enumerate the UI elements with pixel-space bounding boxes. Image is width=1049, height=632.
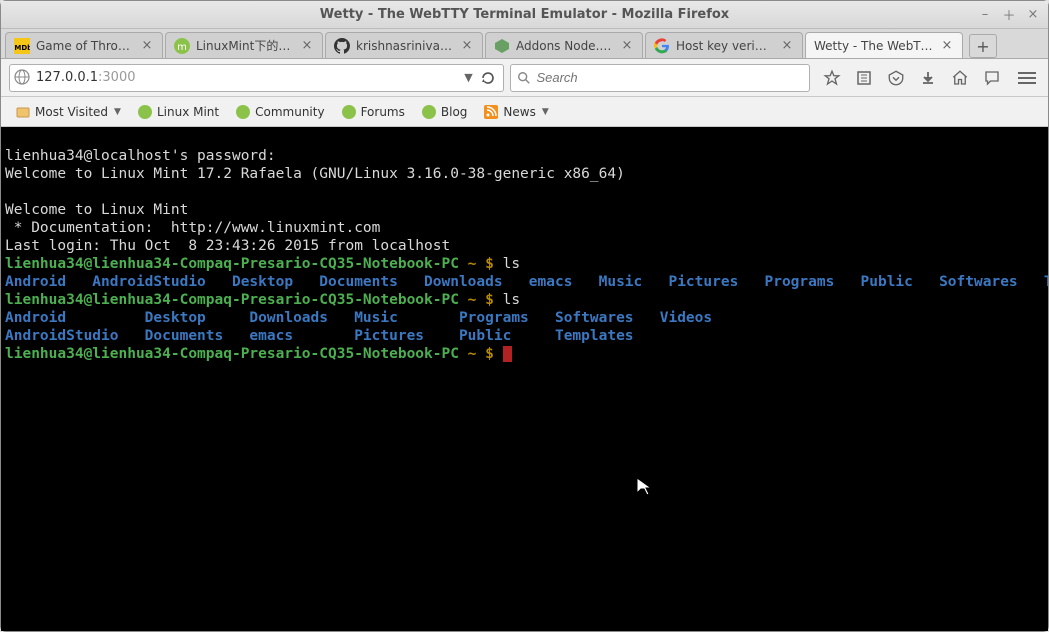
tab-label: Addons Node.js ... — [516, 39, 614, 53]
terminal-line: Welcome to Linux Mint 17.2 Rafaela (GNU/… — [5, 166, 625, 182]
terminal-line: * Documentation: http://www.linuxmint.co… — [5, 220, 380, 236]
close-icon[interactable]: × — [140, 39, 154, 53]
terminal-viewport[interactable]: lienhua34@localhost's password: Welcome … — [1, 127, 1048, 631]
nodejs-icon — [494, 38, 510, 54]
window-controls: – ＋ × — [976, 5, 1042, 23]
window-title: Wetty - The WebTTY Terminal Emulator - M… — [1, 7, 1048, 22]
bookmark-blog[interactable]: Blog — [415, 101, 474, 123]
toolbar-icons — [816, 68, 1008, 88]
folder-icon — [15, 104, 31, 120]
google-icon — [654, 38, 670, 54]
close-window-button[interactable]: × — [1024, 5, 1042, 23]
new-tab-button[interactable]: + — [969, 34, 997, 58]
github-icon — [334, 38, 350, 54]
terminal-ls-output: AndroidStudio Documents emacs Pictures P… — [5, 328, 634, 344]
bookmark-label: Most Visited — [35, 105, 108, 119]
tab-imdb[interactable]: IMDb Game of Throne... × — [5, 32, 163, 58]
tab-linuxmint-blog[interactable]: m LinuxMint下的Or... × — [165, 32, 323, 58]
search-bar[interactable] — [510, 64, 810, 92]
tab-label: krishnasrinivas/... — [356, 39, 454, 53]
titlebar: Wetty - The WebTTY Terminal Emulator - M… — [1, 1, 1048, 29]
chevron-down-icon: ▼ — [114, 107, 121, 117]
terminal-ls-output: Android AndroidStudio Desktop Documents … — [5, 274, 1048, 290]
bookmark-label: Forums — [361, 105, 405, 119]
close-icon[interactable]: × — [780, 39, 794, 53]
reload-button[interactable] — [477, 67, 499, 89]
tab-wetty[interactable]: Wetty - The WebTTY ... × — [805, 32, 963, 58]
terminal-prompt-line: lienhua34@lienhua34-Compaq-Presario-CQ35… — [5, 256, 520, 272]
tab-label: Wetty - The WebTTY ... — [814, 39, 934, 53]
terminal-line: Welcome to Linux Mint — [5, 202, 188, 218]
bookmark-star-button[interactable] — [822, 68, 842, 88]
bookmark-bar: Most Visited ▼ Linux Mint Community Foru… — [1, 97, 1048, 127]
home-button[interactable] — [950, 68, 970, 88]
globe-icon — [14, 69, 32, 87]
bookmark-label: News — [503, 105, 535, 119]
reader-view-button[interactable] — [854, 68, 874, 88]
bookmark-forums[interactable]: Forums — [335, 101, 411, 123]
minimize-button[interactable]: – — [976, 5, 994, 23]
pocket-button[interactable] — [886, 68, 906, 88]
terminal-line: lienhua34@localhost's password: — [5, 148, 276, 164]
bookmark-label: Linux Mint — [157, 105, 219, 119]
linuxmint-icon — [341, 104, 357, 120]
tab-github[interactable]: krishnasrinivas/... × — [325, 32, 483, 58]
linuxmint-icon: m — [174, 38, 190, 54]
url-text: 127.0.0.1:3000 — [36, 70, 459, 85]
url-bar[interactable]: 127.0.0.1:3000 ▼ — [9, 64, 504, 92]
tab-label: Game of Throne... — [36, 39, 134, 53]
tab-label: Host key verifica... — [676, 39, 774, 53]
bookmark-news[interactable]: News ▼ — [477, 101, 554, 123]
search-icon — [517, 71, 531, 85]
bookmark-label: Community — [255, 105, 324, 119]
linuxmint-icon — [421, 104, 437, 120]
imdb-icon: IMDb — [14, 38, 30, 54]
rss-icon — [483, 104, 499, 120]
tabstrip: IMDb Game of Throne... × m LinuxMint下的Or… — [1, 29, 1048, 59]
terminal-line: Last login: Thu Oct 8 23:43:26 2015 from… — [5, 238, 450, 254]
svg-text:IMDb: IMDb — [14, 44, 30, 52]
tab-google[interactable]: Host key verifica... × — [645, 32, 803, 58]
linuxmint-icon — [235, 104, 251, 120]
navbar: 127.0.0.1:3000 ▼ — [1, 59, 1048, 97]
firefox-window: Wetty - The WebTTY Terminal Emulator - M… — [0, 0, 1049, 632]
url-dropdown-button[interactable]: ▼ — [459, 71, 477, 84]
downloads-button[interactable] — [918, 68, 938, 88]
menu-button[interactable] — [1014, 66, 1040, 90]
search-input[interactable] — [536, 70, 803, 85]
close-icon[interactable]: × — [940, 39, 954, 53]
terminal-prompt-line: lienhua34@lienhua34-Compaq-Presario-CQ35… — [5, 346, 512, 362]
bookmark-most-visited[interactable]: Most Visited ▼ — [9, 101, 127, 123]
linuxmint-icon — [137, 104, 153, 120]
bookmark-community[interactable]: Community — [229, 101, 330, 123]
bookmark-label: Blog — [441, 105, 468, 119]
close-icon[interactable]: × — [300, 39, 314, 53]
close-icon[interactable]: × — [620, 39, 634, 53]
tab-label: LinuxMint下的Or... — [196, 37, 294, 54]
terminal-ls-output: Android Desktop Downloads Music Programs… — [5, 310, 712, 326]
maximize-button[interactable]: ＋ — [1000, 5, 1018, 23]
chevron-down-icon: ▼ — [542, 107, 549, 117]
tab-nodejs[interactable]: Addons Node.js ... × — [485, 32, 643, 58]
terminal-cursor — [503, 346, 512, 362]
chat-addon-button[interactable] — [982, 68, 1002, 88]
close-icon[interactable]: × — [460, 39, 474, 53]
terminal-prompt-line: lienhua34@lienhua34-Compaq-Presario-CQ35… — [5, 292, 520, 308]
bookmark-linux-mint[interactable]: Linux Mint — [131, 101, 225, 123]
svg-text:m: m — [177, 42, 187, 53]
mouse-cursor-icon — [636, 477, 652, 499]
